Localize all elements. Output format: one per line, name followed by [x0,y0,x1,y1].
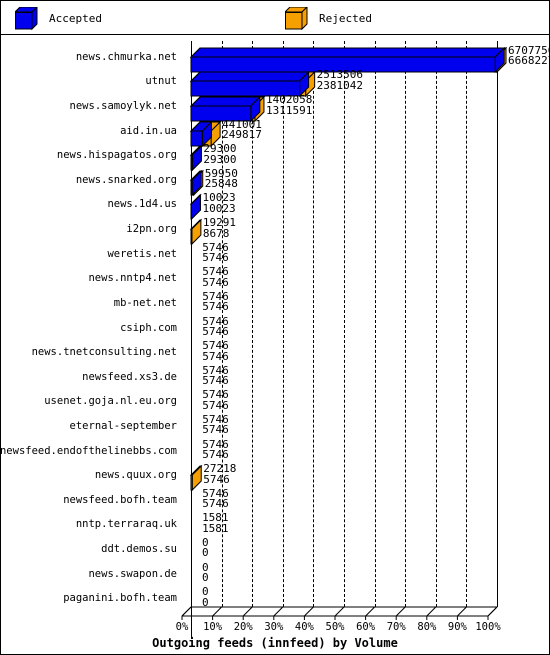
value-accepted: 1311591 [265,103,313,117]
value-accepted: 29300 [203,152,237,166]
value-labels: 27218 5746 [203,463,236,486]
chart-legend: Accepted Rejected [1,1,549,35]
value-accepted: 5746 [202,497,229,511]
value-labels: 59950 25848 [204,168,238,191]
category-label: news.tnetconsulting.net [31,346,177,359]
value-labels: 5746 5746 [202,267,229,288]
category-label: usenet.goja.nl.eu.org [44,395,177,408]
value-accepted: 249817 [222,128,262,142]
value-accepted: 5746 [202,325,229,338]
category-label: news.chmurka.net [75,50,177,63]
category-label: news.hispagatos.org [56,149,177,162]
value-accepted: 5746 [202,275,229,289]
x-tick-20pct: 20% [233,621,253,633]
value-labels: 5746 5746 [202,291,229,314]
value-labels: 441001 249817 [222,119,262,142]
value-labels: 5746 5746 [202,316,229,338]
category-label: news.quux.org [94,469,177,482]
category-label: news.1d4.us [107,198,177,211]
legend-label: Rejected [319,11,372,25]
legend-label: Accepted [49,11,102,25]
value-labels: 00 [202,586,209,609]
x-tick-30pct: 30% [264,621,284,633]
value-labels: 19291 8678 [202,217,236,240]
value-labels: 00 [202,537,209,560]
value-labels: 5746 5746 [202,390,229,411]
value-labels: 1402058 1311591 [265,94,313,117]
value-labels: 1581 1581 [202,513,229,534]
x-tick-10pct: 10% [203,621,223,633]
category-label: newsfeed.endofthelinebbs.com [0,444,177,457]
value-accepted: 5746 [202,423,229,437]
category-label: ddt.demos.su [101,542,177,555]
value-accepted: 5746 [202,448,229,462]
x-tick-50pct: 50% [325,621,345,633]
category-label: newsfeed.bofh.team [63,493,177,506]
value-accepted: 5746 [202,251,229,265]
value-labels: 10023 10023 [202,193,235,214]
value-labels: 00 [202,562,209,585]
category-label: mb-net.net [113,296,177,309]
value-accepted: 5746 [203,472,230,486]
chart-page: Accepted Rejected news.chmurka.net 6707750… [0,0,550,655]
value-accepted: 0 [202,546,209,560]
x-tick-80pct: 80% [417,621,437,633]
value-labels: 6707750 6668227 [508,45,550,68]
value-labels: 5746 5746 [202,414,229,437]
x-tick-0pct: 0% [175,621,189,633]
value-accepted: 25848 [204,177,238,191]
category-label: csiph.com [120,321,177,334]
category-label: news.swapon.de [88,567,177,580]
legend-item-rejected: Rejected [285,1,372,35]
x-tick-40pct: 40% [294,621,314,633]
cube-icon [285,7,308,31]
value-accepted: 5746 [202,398,229,412]
value-labels: 5746 5746 [202,439,229,462]
plot-area: news.chmurka.net 6707750 6668227 utnut 25135… [1,35,549,654]
category-label: news.snarked.org [75,173,177,186]
value-labels: 5746 5746 [202,242,229,265]
category-label: i2pn.org [126,223,177,236]
value-accepted: 5746 [202,374,229,388]
category-label: news.nntp4.net [88,272,177,285]
category-label: aid.in.ua [120,124,177,137]
category-label: utnut [145,75,177,88]
value-accepted: 5746 [202,300,229,314]
legend-item-accepted: Accepted [15,1,102,35]
x-tick-70pct: 70% [386,621,406,633]
value-accepted: 6668227 [508,54,550,68]
x-tick-60pct: 60% [356,621,376,633]
value-accepted: 0 [202,595,209,609]
category-label: weretis.net [107,247,177,260]
value-accepted: 0 [202,571,209,585]
value-labels: 5746 5746 [202,365,229,388]
value-labels: 5746 5746 [202,340,229,363]
category-label: paganini.bofh.team [63,592,177,605]
value-accepted: 1581 [202,521,229,535]
bar-3d [182,587,542,626]
value-accepted: 5746 [202,349,229,363]
value-accepted: 10023 [202,201,236,215]
value-labels: 2513506 2381042 [317,70,363,91]
category-label: news.samoylyk.net [69,100,177,113]
x-tick-100pct: 100% [475,621,501,633]
value-accepted: 8678 [202,226,230,240]
x-axis-title: Outgoing feeds (innfeed) by Volume [152,636,398,650]
x-tick-90pct: 90% [447,621,467,633]
value-labels: 5746 5746 [202,488,229,511]
value-labels: 29300 29300 [203,143,237,166]
value-accepted: 2381042 [316,78,364,92]
category-label: newsfeed.xs3.de [82,370,177,383]
category-label: nntp.terraraq.uk [75,518,177,531]
cube-icon [15,7,38,31]
category-label: eternal-september [69,419,177,432]
